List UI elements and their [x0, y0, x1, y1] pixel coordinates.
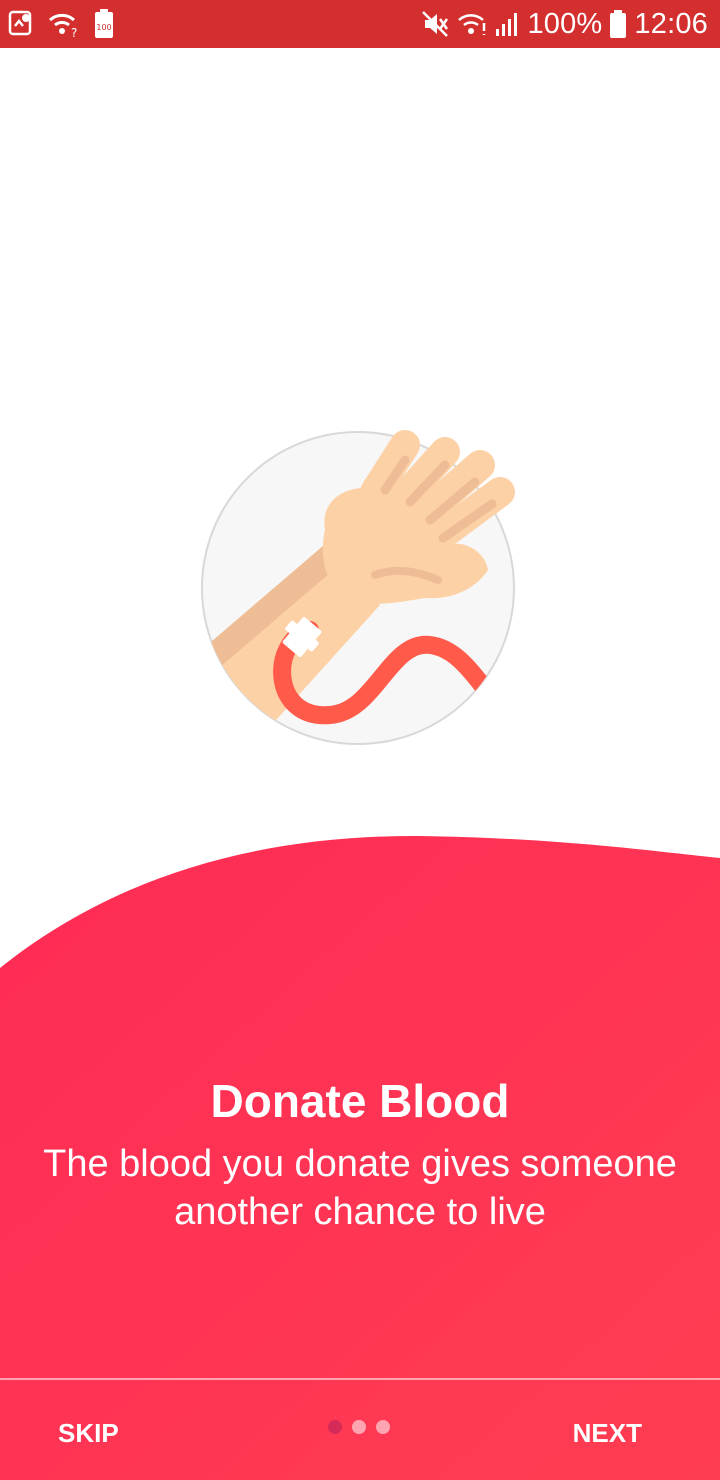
next-button[interactable]: NEXT: [565, 1410, 650, 1456]
gallery-icon: [8, 10, 34, 38]
status-bar: ? 100 100% 12:06: [0, 0, 720, 48]
wifi-question-icon: ?: [48, 10, 80, 38]
page-indicator: [328, 1420, 390, 1434]
onboarding-title: Donate Blood: [210, 1075, 510, 1127]
mute-icon: [421, 10, 449, 38]
wifi-icon: [457, 11, 487, 37]
skip-button[interactable]: SKIP: [50, 1410, 127, 1456]
page-indicator-dot-1[interactable]: [328, 1420, 342, 1434]
clock: 12:06: [634, 7, 708, 40]
onboarding-screen: ? 100 100% 12:06 Donate Blood The blood …: [0, 0, 720, 1480]
battery-100-label: 100: [96, 23, 111, 32]
footer-divider: [0, 1378, 720, 1380]
page-indicator-dot-3[interactable]: [376, 1420, 390, 1434]
blood-donation-illustration: [200, 430, 520, 750]
battery-100-icon: 100: [94, 9, 114, 39]
status-left-icons: ? 100: [8, 8, 114, 40]
onboarding-subtitle: The blood you donate gives someone anoth…: [43, 1143, 677, 1233]
signal-icon: [495, 11, 519, 37]
svg-text:?: ?: [71, 26, 77, 38]
battery-percent: 100%: [527, 7, 603, 40]
hand-iv-icon: [201, 430, 515, 745]
battery-icon: [610, 10, 627, 38]
page-indicator-dot-2[interactable]: [352, 1420, 366, 1434]
status-right-icons: 100% 12:06: [421, 6, 708, 42]
